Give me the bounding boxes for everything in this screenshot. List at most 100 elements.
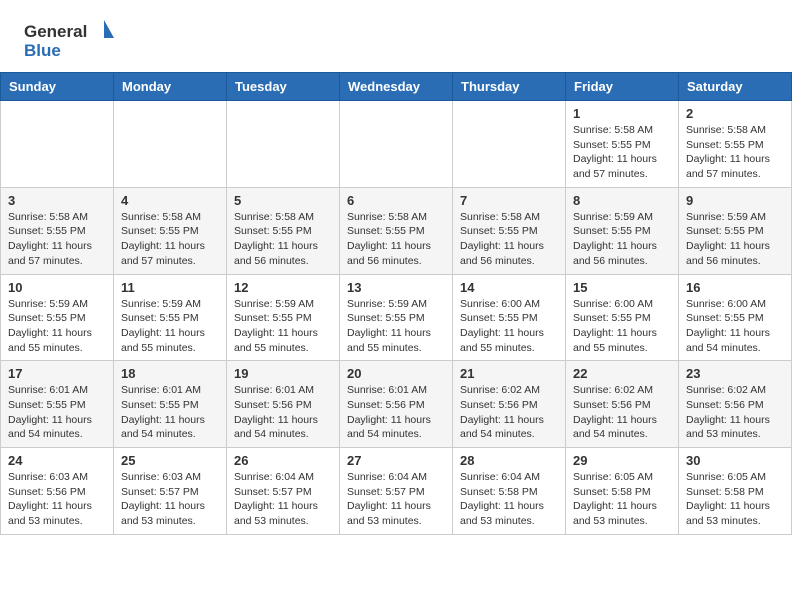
calendar-cell: 10 Sunrise: 5:59 AMSunset: 5:55 PMDayligh… xyxy=(1,274,114,361)
svg-text:General: General xyxy=(24,22,87,41)
day-info: Sunrise: 5:58 AMSunset: 5:55 PMDaylight:… xyxy=(347,210,445,269)
day-number: 28 xyxy=(460,453,558,468)
calendar-body: 1 Sunrise: 5:58 AMSunset: 5:55 PMDaylight… xyxy=(1,101,792,535)
day-number: 22 xyxy=(573,366,671,381)
day-header-tuesday: Tuesday xyxy=(227,73,340,101)
calendar-cell: 24 Sunrise: 6:03 AMSunset: 5:56 PMDayligh… xyxy=(1,448,114,535)
calendar-week-2: 3 Sunrise: 5:58 AMSunset: 5:55 PMDaylight… xyxy=(1,187,792,274)
calendar-week-3: 10 Sunrise: 5:59 AMSunset: 5:55 PMDayligh… xyxy=(1,274,792,361)
day-info: Sunrise: 5:58 AMSunset: 5:55 PMDaylight:… xyxy=(121,210,219,269)
day-info: Sunrise: 6:01 AMSunset: 5:55 PMDaylight:… xyxy=(8,383,106,442)
calendar-cell: 8 Sunrise: 5:59 AMSunset: 5:55 PMDaylight… xyxy=(566,187,679,274)
day-info: Sunrise: 6:04 AMSunset: 5:57 PMDaylight:… xyxy=(234,470,332,529)
day-info: Sunrise: 5:59 AMSunset: 5:55 PMDaylight:… xyxy=(686,210,784,269)
day-number: 18 xyxy=(121,366,219,381)
day-number: 5 xyxy=(234,193,332,208)
calendar-cell xyxy=(114,101,227,188)
day-header-wednesday: Wednesday xyxy=(340,73,453,101)
day-number: 3 xyxy=(8,193,106,208)
day-number: 26 xyxy=(234,453,332,468)
day-header-thursday: Thursday xyxy=(453,73,566,101)
day-number: 23 xyxy=(686,366,784,381)
day-number: 10 xyxy=(8,280,106,295)
day-info: Sunrise: 5:59 AMSunset: 5:55 PMDaylight:… xyxy=(234,297,332,356)
day-number: 21 xyxy=(460,366,558,381)
calendar-cell: 28 Sunrise: 6:04 AMSunset: 5:58 PMDayligh… xyxy=(453,448,566,535)
calendar-cell: 12 Sunrise: 5:59 AMSunset: 5:55 PMDayligh… xyxy=(227,274,340,361)
day-info: Sunrise: 6:05 AMSunset: 5:58 PMDaylight:… xyxy=(686,470,784,529)
day-number: 27 xyxy=(347,453,445,468)
calendar-cell: 14 Sunrise: 6:00 AMSunset: 5:55 PMDayligh… xyxy=(453,274,566,361)
day-info: Sunrise: 5:58 AMSunset: 5:55 PMDaylight:… xyxy=(460,210,558,269)
calendar-cell: 4 Sunrise: 5:58 AMSunset: 5:55 PMDaylight… xyxy=(114,187,227,274)
day-info: Sunrise: 5:59 AMSunset: 5:55 PMDaylight:… xyxy=(121,297,219,356)
day-number: 29 xyxy=(573,453,671,468)
calendar-cell: 17 Sunrise: 6:01 AMSunset: 5:55 PMDayligh… xyxy=(1,361,114,448)
day-info: Sunrise: 6:02 AMSunset: 5:56 PMDaylight:… xyxy=(686,383,784,442)
calendar-cell: 6 Sunrise: 5:58 AMSunset: 5:55 PMDaylight… xyxy=(340,187,453,274)
day-number: 20 xyxy=(347,366,445,381)
calendar-cell: 20 Sunrise: 6:01 AMSunset: 5:56 PMDayligh… xyxy=(340,361,453,448)
calendar-cell: 30Sunrise: 6:05 AMSunset: 5:58 PMDayligh… xyxy=(679,448,792,535)
calendar-table: SundayMondayTuesdayWednesdayThursdayFrid… xyxy=(0,72,792,535)
day-info: Sunrise: 6:05 AMSunset: 5:58 PMDaylight:… xyxy=(573,470,671,529)
calendar-cell: 25Sunrise: 6:03 AMSunset: 5:57 PMDayligh… xyxy=(114,448,227,535)
day-number: 7 xyxy=(460,193,558,208)
day-info: Sunrise: 5:59 AMSunset: 5:55 PMDaylight:… xyxy=(8,297,106,356)
calendar-cell: 1 Sunrise: 5:58 AMSunset: 5:55 PMDaylight… xyxy=(566,101,679,188)
calendar-cell xyxy=(227,101,340,188)
calendar-cell xyxy=(340,101,453,188)
logo-icon: General Blue xyxy=(24,18,114,62)
day-info: Sunrise: 6:02 AMSunset: 5:56 PMDaylight:… xyxy=(573,383,671,442)
day-info: Sunrise: 5:58 AMSunset: 5:55 PMDaylight:… xyxy=(234,210,332,269)
calendar-cell: 21Sunrise: 6:02 AMSunset: 5:56 PMDayligh… xyxy=(453,361,566,448)
calendar-cell: 2 Sunrise: 5:58 AMSunset: 5:55 PMDaylight… xyxy=(679,101,792,188)
calendar-week-5: 24 Sunrise: 6:03 AMSunset: 5:56 PMDayligh… xyxy=(1,448,792,535)
day-info: Sunrise: 6:01 AMSunset: 5:56 PMDaylight:… xyxy=(347,383,445,442)
calendar-cell: 23 Sunrise: 6:02 AMSunset: 5:56 PMDayligh… xyxy=(679,361,792,448)
calendar-cell: 22 Sunrise: 6:02 AMSunset: 5:56 PMDayligh… xyxy=(566,361,679,448)
day-number: 16 xyxy=(686,280,784,295)
day-info: Sunrise: 5:59 AMSunset: 5:55 PMDaylight:… xyxy=(573,210,671,269)
day-number: 17 xyxy=(8,366,106,381)
day-info: Sunrise: 6:00 AMSunset: 5:55 PMDaylight:… xyxy=(573,297,671,356)
day-info: Sunrise: 6:00 AMSunset: 5:55 PMDaylight:… xyxy=(460,297,558,356)
day-number: 11 xyxy=(121,280,219,295)
day-number: 14 xyxy=(460,280,558,295)
calendar-cell: 7 Sunrise: 5:58 AMSunset: 5:55 PMDaylight… xyxy=(453,187,566,274)
day-info: Sunrise: 6:00 AMSunset: 5:55 PMDaylight:… xyxy=(686,297,784,356)
day-header-monday: Monday xyxy=(114,73,227,101)
calendar-header-row: SundayMondayTuesdayWednesdayThursdayFrid… xyxy=(1,73,792,101)
day-info: Sunrise: 5:58 AMSunset: 5:55 PMDaylight:… xyxy=(573,123,671,182)
day-number: 15 xyxy=(573,280,671,295)
day-number: 24 xyxy=(8,453,106,468)
day-info: Sunrise: 5:59 AMSunset: 5:55 PMDaylight:… xyxy=(347,297,445,356)
day-number: 2 xyxy=(686,106,784,121)
day-info: Sunrise: 6:03 AMSunset: 5:56 PMDaylight:… xyxy=(8,470,106,529)
calendar-cell: 27 Sunrise: 6:04 AMSunset: 5:57 PMDayligh… xyxy=(340,448,453,535)
calendar-cell: 15 Sunrise: 6:00 AMSunset: 5:55 PMDayligh… xyxy=(566,274,679,361)
day-info: Sunrise: 6:04 AMSunset: 5:57 PMDaylight:… xyxy=(347,470,445,529)
calendar-cell: 16 Sunrise: 6:00 AMSunset: 5:55 PMDayligh… xyxy=(679,274,792,361)
day-info: Sunrise: 6:04 AMSunset: 5:58 PMDaylight:… xyxy=(460,470,558,529)
day-number: 9 xyxy=(686,193,784,208)
day-number: 6 xyxy=(347,193,445,208)
day-info: Sunrise: 6:01 AMSunset: 5:55 PMDaylight:… xyxy=(121,383,219,442)
day-number: 1 xyxy=(573,106,671,121)
day-info: Sunrise: 5:58 AMSunset: 5:55 PMDaylight:… xyxy=(686,123,784,182)
calendar-cell: 18 Sunrise: 6:01 AMSunset: 5:55 PMDayligh… xyxy=(114,361,227,448)
day-header-sunday: Sunday xyxy=(1,73,114,101)
calendar-week-1: 1 Sunrise: 5:58 AMSunset: 5:55 PMDaylight… xyxy=(1,101,792,188)
page-header: General Blue xyxy=(0,0,792,72)
day-info: Sunrise: 5:58 AMSunset: 5:55 PMDaylight:… xyxy=(8,210,106,269)
calendar-cell: 29 Sunrise: 6:05 AMSunset: 5:58 PMDayligh… xyxy=(566,448,679,535)
svg-text:Blue: Blue xyxy=(24,41,61,60)
day-number: 13 xyxy=(347,280,445,295)
calendar-week-4: 17 Sunrise: 6:01 AMSunset: 5:55 PMDayligh… xyxy=(1,361,792,448)
day-info: Sunrise: 6:01 AMSunset: 5:56 PMDaylight:… xyxy=(234,383,332,442)
day-number: 8 xyxy=(573,193,671,208)
calendar-cell: 26 Sunrise: 6:04 AMSunset: 5:57 PMDayligh… xyxy=(227,448,340,535)
day-number: 4 xyxy=(121,193,219,208)
day-number: 12 xyxy=(234,280,332,295)
calendar-cell xyxy=(1,101,114,188)
